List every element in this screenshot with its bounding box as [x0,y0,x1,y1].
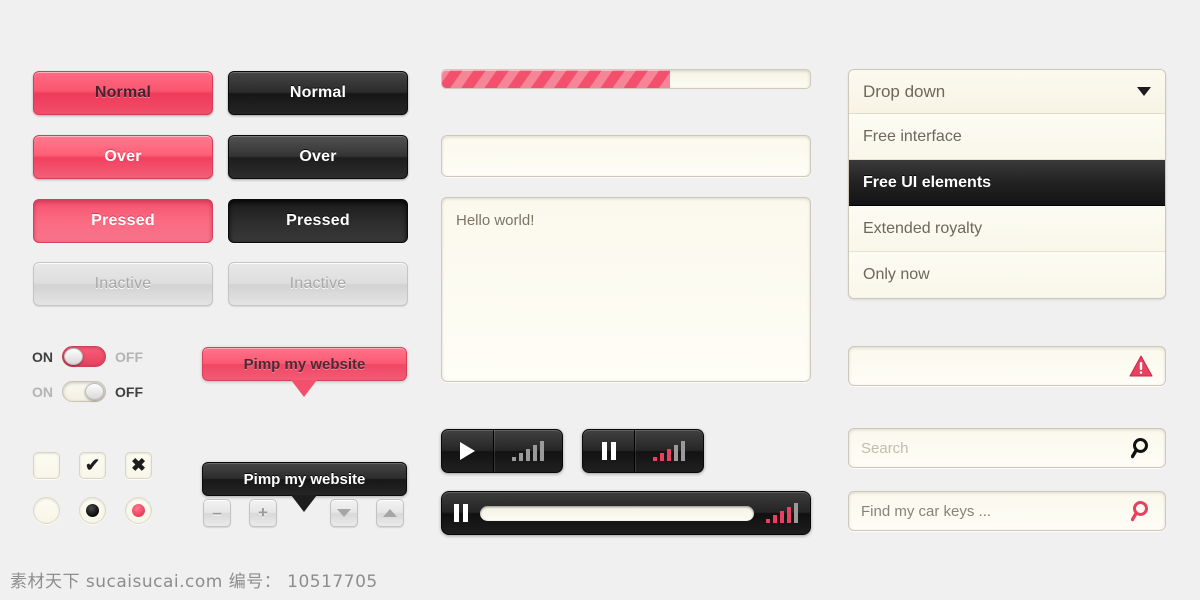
button-pink-over[interactable]: Over [33,135,213,179]
checkbox-crossed[interactable]: ✖ [125,452,152,479]
button-dark-normal[interactable]: Normal [228,71,408,115]
footer-id-label: 编号： [229,572,282,592]
footer-domain: sucaisucai.com [86,572,223,592]
footer-watermark: 素材天下 sucaisucai.com 编号： 10517705 [10,567,378,592]
stepper-group-plusminus: – + [203,499,277,527]
arrow-up-button[interactable] [376,499,404,527]
volume-meter-pause[interactable] [635,430,703,472]
stepper-group-arrows [330,499,404,527]
radio-selected-black[interactable] [79,497,106,524]
dropdown-header[interactable]: Drop down [849,70,1165,114]
button-dark-over[interactable]: Over [228,135,408,179]
toggle-switch-off[interactable] [62,381,106,402]
pause-button[interactable] [583,430,635,472]
ui-kit-canvas: Normal Over Pressed Inactive Normal Over… [0,0,1200,600]
dropdown-item-extended-royalty[interactable]: Extended royalty [849,206,1165,252]
radio-group [33,497,152,524]
toggle-on-label: ON [32,349,53,365]
search-input-secondary[interactable]: Find my car keys ... [848,491,1166,531]
chevron-down-icon [337,509,351,517]
toggle-knob [85,383,104,400]
footer-id-value: 10517705 [287,572,378,592]
pause-button[interactable] [454,504,468,522]
search-input-placeholder: Search [861,440,909,457]
play-icon [460,442,475,460]
equalizer-icon [512,441,544,461]
arrow-down-button[interactable] [330,499,358,527]
pause-icon [602,442,616,460]
search-input-secondary-placeholder: Find my car keys ... [861,503,991,520]
tooltip-tail-icon [291,495,317,512]
textarea[interactable]: Hello world! [441,197,811,382]
toggle-on-label: ON [32,384,53,400]
warning-triangle-icon [1129,355,1153,377]
equalizer-icon[interactable] [766,503,798,523]
radio-empty[interactable] [33,497,60,524]
search-icon[interactable] [1131,437,1153,459]
button-dark-inactive: Inactive [228,262,408,306]
search-input[interactable]: Search [848,428,1166,468]
checkbox-checked[interactable]: ✔ [79,452,106,479]
player-bar [441,491,811,535]
radio-dot [86,504,99,517]
equalizer-icon [653,441,685,461]
progress-bar [441,69,811,89]
tooltip-tail-icon [291,380,317,397]
textarea-value: Hello world! [456,212,534,229]
tooltip-pink[interactable]: Pimp my website [202,347,407,381]
toggle-switch-on-row: ON OFF [32,346,143,367]
text-input[interactable] [441,135,811,177]
toggle-knob [64,348,83,365]
tooltip-dark-label: Pimp my website [244,471,366,488]
button-dark-pressed[interactable]: Pressed [228,199,408,243]
dropdown-item-free-ui-elements[interactable]: Free UI elements [849,160,1165,206]
tooltip-dark[interactable]: Pimp my website [202,462,407,496]
footer-site-name: 素材天下 [10,572,80,592]
volume-meter-play[interactable] [494,430,562,472]
dropdown-item-only-now[interactable]: Only now [849,252,1165,298]
search-icon[interactable] [1131,500,1153,522]
progress-bar-fill [442,70,670,88]
player-pause [582,429,704,473]
dropdown-item-free-interface[interactable]: Free interface [849,114,1165,160]
alert-input[interactable] [848,346,1166,386]
button-pink-normal[interactable]: Normal [33,71,213,115]
minus-button[interactable]: – [203,499,231,527]
dropdown: Drop down Free interface Free UI element… [848,69,1166,299]
radio-selected-pink[interactable] [125,497,152,524]
radio-dot [132,504,145,517]
tooltip-pink-label: Pimp my website [244,356,366,373]
toggle-off-label: OFF [115,349,143,365]
button-pink-inactive: Inactive [33,262,213,306]
play-button[interactable] [442,430,494,472]
toggle-switch-on[interactable] [62,346,106,367]
chevron-up-icon [383,509,397,517]
button-pink-pressed[interactable]: Pressed [33,199,213,243]
plus-button[interactable]: + [249,499,277,527]
toggle-off-label: OFF [115,384,143,400]
dropdown-header-label: Drop down [863,82,945,102]
toggle-switch-off-row: ON OFF [32,381,143,402]
player-progress-track[interactable] [480,506,754,521]
chevron-down-icon [1137,87,1151,96]
player-play [441,429,563,473]
checkbox-empty[interactable] [33,452,60,479]
checkbox-group: ✔ ✖ [33,452,152,479]
